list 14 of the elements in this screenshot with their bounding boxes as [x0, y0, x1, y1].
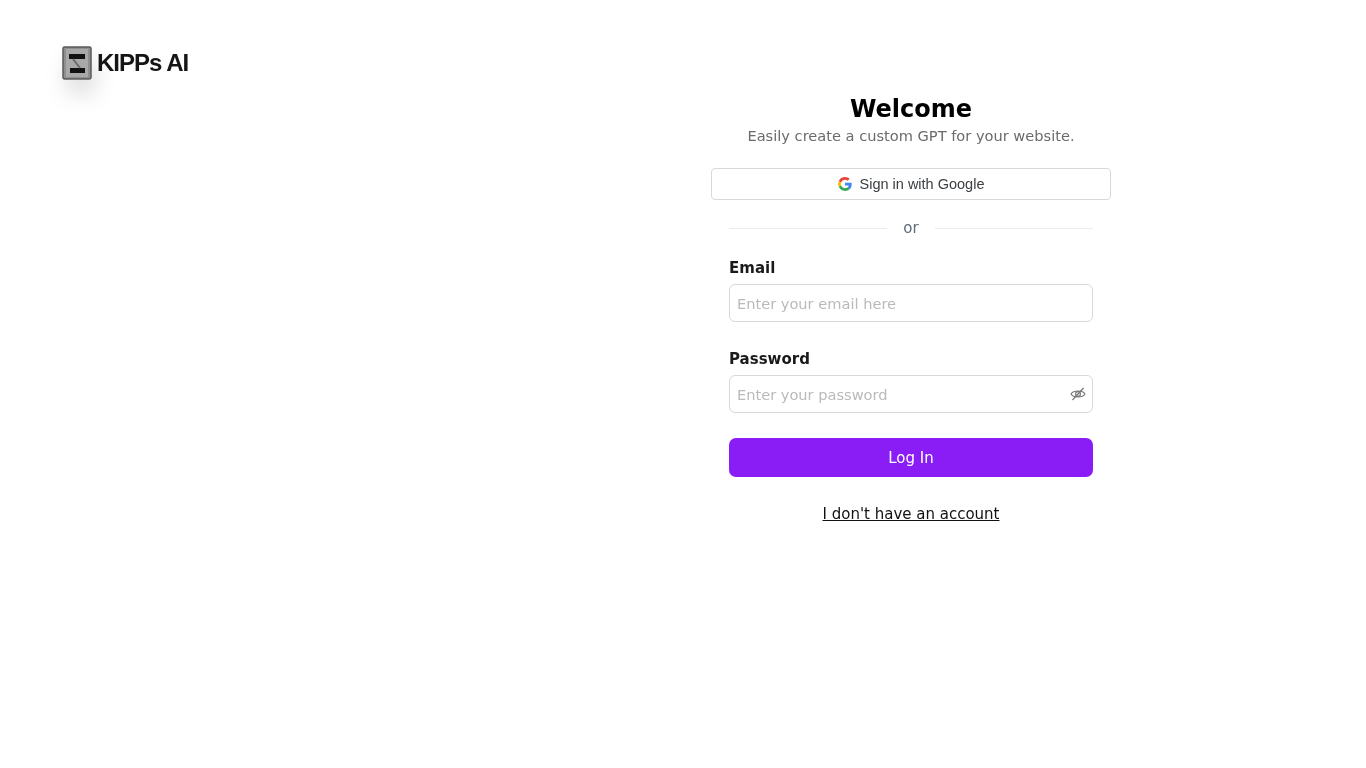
divider-text: or	[902, 218, 920, 239]
logo-icon	[62, 46, 92, 80]
eye-slash-icon[interactable]	[1070, 386, 1086, 402]
brand-name: KIPPs AI	[97, 49, 189, 77]
password-label: Password	[729, 349, 810, 370]
sign-up-link[interactable]: I don't have an account	[822, 503, 1000, 525]
email-label: Email	[729, 258, 776, 279]
log-in-button[interactable]: Log In	[729, 438, 1093, 477]
password-input[interactable]: Enter your password	[729, 375, 1093, 413]
google-g-icon	[837, 177, 852, 191]
google-sign-in-button[interactable]: Sign in with Google	[711, 168, 1111, 200]
email-input[interactable]: Enter your email here	[729, 284, 1093, 322]
welcome-heading: Welcome	[849, 94, 973, 125]
subtitle-text: Easily create a custom GPT for your website.	[747, 126, 1075, 146]
